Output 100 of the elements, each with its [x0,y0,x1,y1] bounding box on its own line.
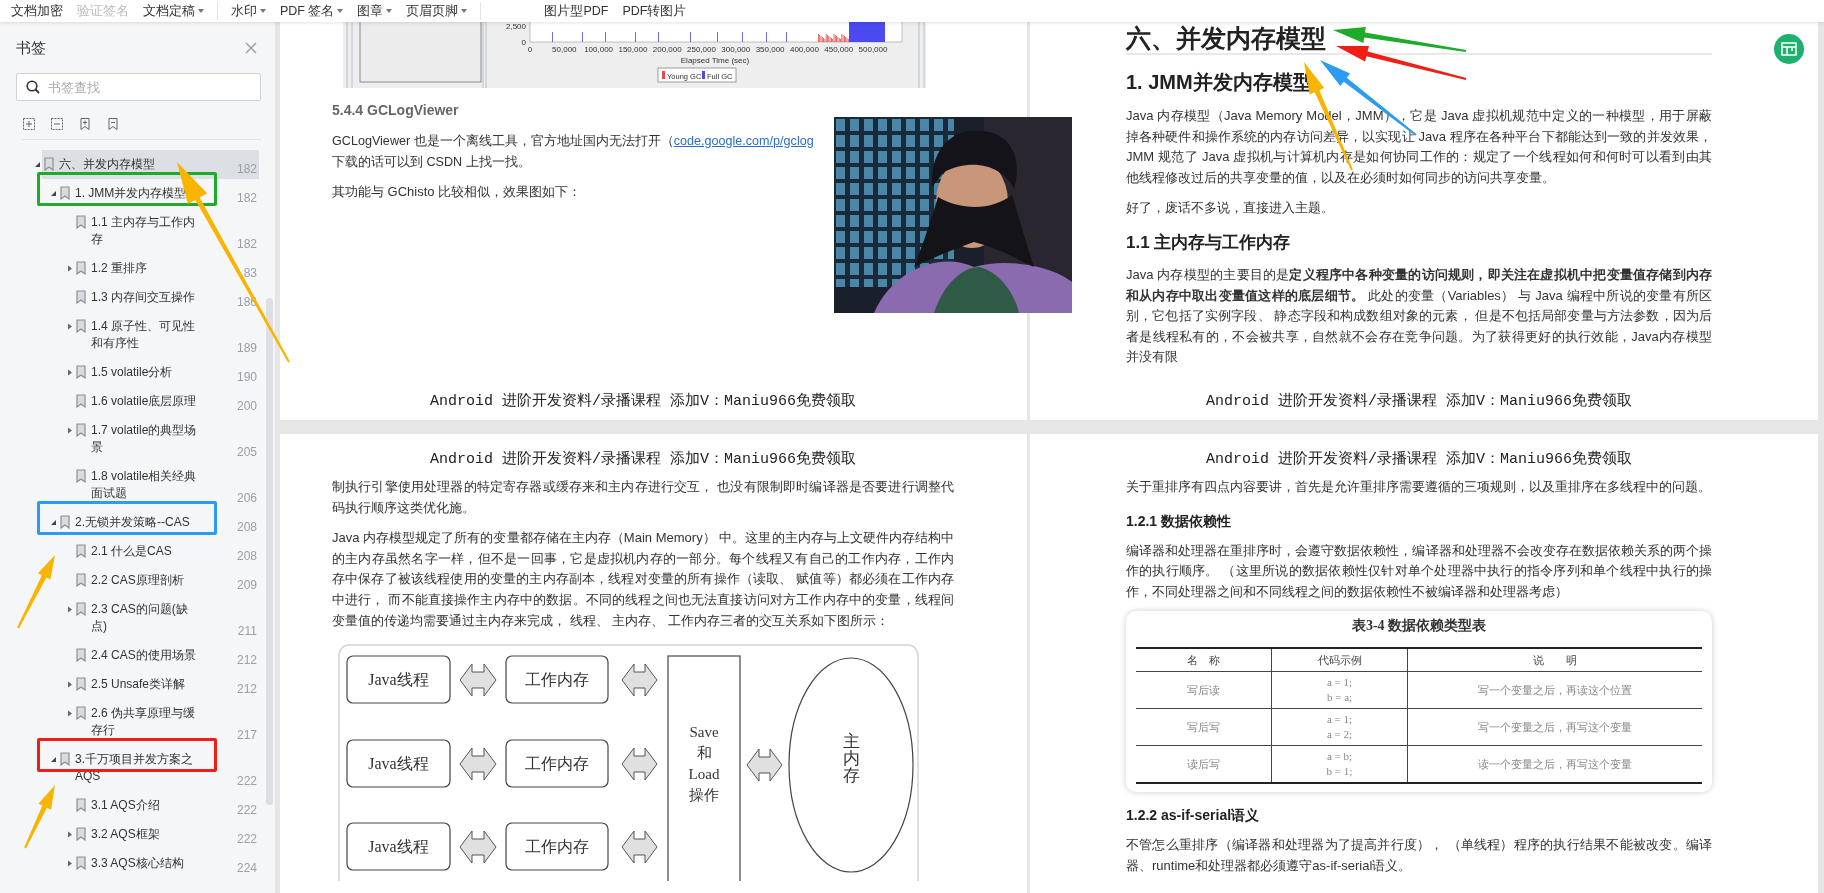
toolbar-button[interactable]: 图片型PDF [539,0,614,22]
scrollbar-thumb[interactable] [266,298,273,805]
bookmark-icon [76,215,86,229]
page-number: 224 [235,861,257,877]
expand-toggle[interactable] [50,755,58,763]
bookmark-item[interactable]: 1. JMM并发内存模型 182 [58,179,259,208]
table-cell: a = 1; b = a; [1271,671,1408,709]
column-header: 代码示例 [1271,648,1408,672]
toolbar-button[interactable]: 图章 [352,0,398,22]
paragraph: 其功能与 GChisto 比较相似，效果图如下： [332,183,583,202]
double-arrow [746,748,783,782]
page-number: 189 [235,341,257,357]
bookmark-icon [60,186,70,200]
thread-box: Java线程 [346,655,451,704]
bookmark-item[interactable]: 1.8 volatile相关经典面试题 206 [74,462,259,508]
bookmark-icon [76,602,86,616]
bookmark-title: 3.3 AQS核心结构 [91,855,185,872]
bookmark-item[interactable]: 1.5 volatile分析 190 [74,358,259,387]
bookmark-icon [76,290,86,304]
toolbar-button[interactable]: 水印 [226,0,271,22]
toolbar-button[interactable]: 文档定稿 [138,0,209,22]
paragraph: Java 内存模型的主要目的是定义程序中各种变量的访问规则，即关注在虚拟机中把变量值存储到内存和从内存中取出变量值这样的底层细节。 此处的变量（Variables） 与 Java 编程中所说的变量有所区别，它包括了实例字段、 静态字段和构成数组对象的元素， 但是不包括局部变量与方法参数，因为后者是线程私有的，不会被共享，自然就不会存在竞争问题。为了获得更好的执行效能，Java内存模型并没有限 [1126,265,1712,367]
bookmark-icon [76,423,86,437]
toolbar-button[interactable]: 文档加密 [6,0,68,22]
expand-toggle[interactable] [50,518,58,526]
page-number: 205 [235,445,257,461]
toolbar-button[interactable]: PDF 签名 [275,0,349,22]
bookmark-title: 1. JMM并发内存模型 [75,185,188,202]
expand-toggle[interactable] [66,709,74,717]
bookmark-icon [76,648,86,662]
bookmark-icon [76,365,86,379]
bookmark-icon [60,752,70,766]
memory-box: 工作内存 [505,739,609,788]
bookmark-minus-icon[interactable] [106,117,120,131]
bookmark-title: 六、并发内存模型 [59,156,156,173]
tick-label: 0 [527,45,533,54]
toolbar-button[interactable]: 页眉页脚 [401,0,473,22]
expand-toggle[interactable] [34,160,42,168]
bookmark-item[interactable]: 2.无锁并发策略--CAS 208 [58,508,259,537]
bookmark-item[interactable]: 1.1 主内存与工作内存 182 [74,208,259,254]
save-load-box: Save 和 Load 操作 [667,655,741,882]
bookmark-item[interactable]: 2.1 什么是CAS 208 [74,537,259,566]
caret-icon [198,9,204,13]
bookmark-title: 2.2 CAS原理剖析 [91,572,185,589]
bookmark-plus-icon[interactable] [78,117,92,131]
bookmark-item[interactable]: 3.2 AQS框架 222 [74,820,259,849]
bookmark-item[interactable]: 2.2 CAS原理剖析 209 [74,566,259,595]
table-cell: 写后写 [1136,708,1272,746]
double-arrow [621,663,658,697]
expand-toggle[interactable] [66,830,74,838]
search-field[interactable]: 书签查找 [16,73,261,101]
bookmark-title: 1.5 volatile分析 [91,364,174,381]
toolbar-button[interactable]: PDF转图片 [617,0,692,22]
paragraph: Java 内存模型规定了所有的变量都存储在主内存（Main Memory） 中。这里的主内存与上文硬件内存结构中的主内存虽然名字一样，但不是一回事，它是虚拟机内存的一部分。每个线程又有自己的工作内存，工作内存中保存了被该线程使用的变量的主内存副本，线程对变量的所有操作（读取、 赋值等）都必须在工作内存中进行， 而不能直接操作主内存中的数据。不同的线程之间也无法直接访问对方工作内存中的变量，线程间变量值的传递均需要通过主内存来完成， 线程、 主内存、 工作内存三者的交互关系如下图所示： [332,529,954,630]
page-number: 222 [235,832,257,848]
double-arrow [459,830,497,864]
bookmark-icon [76,261,86,275]
page-number: 182 [235,162,257,178]
expand-toggle[interactable] [66,859,74,867]
close-icon[interactable] [245,42,257,54]
caret-icon [386,9,393,13]
expand-all-icon[interactable] [22,117,36,131]
bookmark-item[interactable]: 1.2 重排序 83 [74,254,259,283]
bookmark-icon [76,469,86,483]
double-arrow [621,830,658,864]
bookmark-title: 2.5 Unsafe类详解 [91,676,187,693]
paragraph: 好了，废话不多说，直接进入主题。 [1126,199,1335,218]
expand-toggle[interactable] [66,680,74,688]
expand-toggle[interactable] [66,264,74,272]
bookmark-icon [60,515,70,529]
tick-label: 2,500 [505,22,526,31]
expand-toggle[interactable] [66,605,74,613]
expand-toggle[interactable] [50,189,58,197]
bookmark-item[interactable]: 3.3 AQS核心结构 224 [74,849,259,878]
bookmark-icon [76,798,86,812]
double-arrow [459,747,497,781]
page-number: 206 [235,491,257,507]
page-number: 182 [235,191,257,207]
link[interactable]: code.google.com/p/gclog [673,134,814,148]
expand-toggle[interactable] [66,322,74,330]
bookmark-item[interactable]: 2.6 伪共享原理与缓存行 217 [74,699,259,745]
bookmark-item[interactable]: 2.3 CAS的问题(缺点) 211 [74,595,259,641]
bookmark-icon [76,856,86,870]
bookmark-item[interactable]: 1.6 volatile底层原理 200 [74,387,259,416]
expand-toggle[interactable] [66,426,74,434]
bookmark-item[interactable]: 2.5 Unsafe类详解 212 [74,670,259,699]
page-number: 212 [235,682,257,698]
search-icon [26,80,40,94]
table-title: 表3-4 数据依赖类型表 [1350,617,1488,636]
bookmark-item[interactable]: 2.4 CAS的使用场景 212 [74,641,259,670]
page-number: 208 [235,549,257,565]
collapse-all-icon[interactable] [50,117,64,131]
bookmark-title: 1.1 主内存与工作内存 [91,214,196,248]
expand-toggle[interactable] [66,368,74,376]
caret-icon [260,9,266,13]
bookmark-item[interactable]: 3.1 AQS介绍 222 [74,791,259,820]
bookmark-item[interactable]: 1.4 原子性、可见性和有序性 189 [74,312,259,358]
bookmark-item[interactable]: 1.7 volatile的典型场景 205 [74,416,259,462]
axis-title: Elapsed Time (sec) [680,56,750,65]
paragraph: 制执行引擎使用处理器的特定寄存器或缓存来和主内存进行交互， 也没有限制即时编译器是否要进行调整代码执行顺序这类优化施。 [332,478,954,517]
